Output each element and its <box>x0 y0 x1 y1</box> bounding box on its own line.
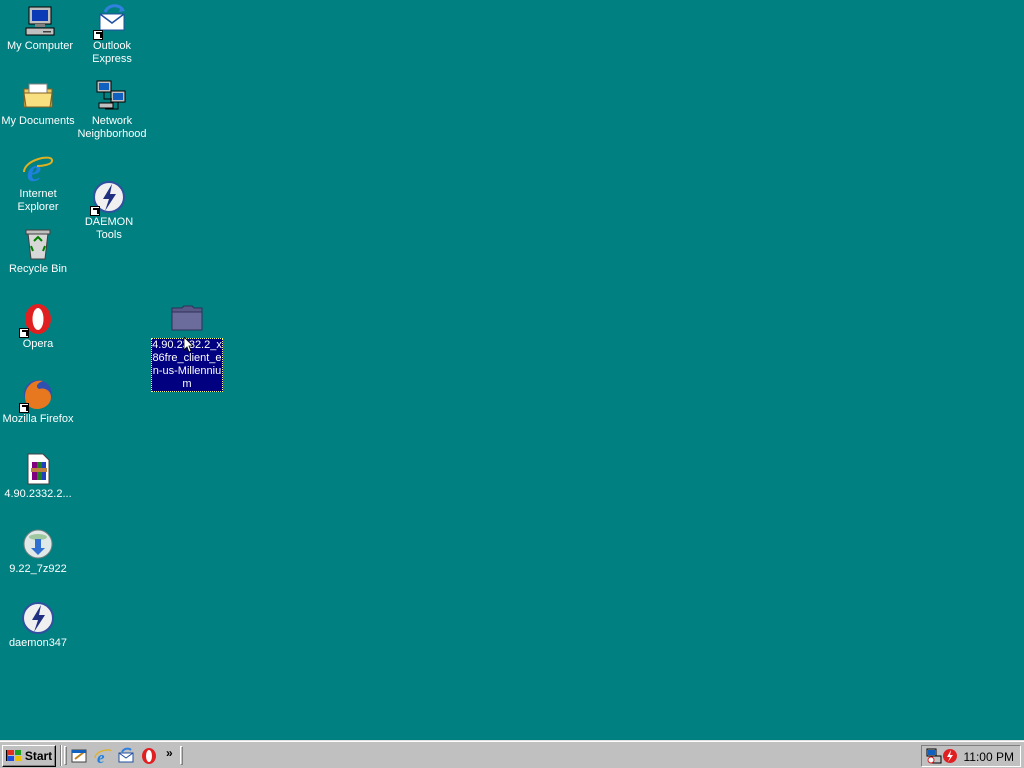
firefox-icon <box>19 377 55 413</box>
desktop-icon-label: My Documents <box>1 115 75 127</box>
opera-icon[interactable] <box>140 747 158 765</box>
taskbar-clock[interactable]: 11:00 PM <box>964 750 1014 764</box>
opera-icon <box>19 302 55 338</box>
desktop-icon-recycle-bin[interactable]: Recycle Bin <box>0 227 76 276</box>
desktop-icon-opera[interactable]: Opera <box>0 302 76 351</box>
desktop-icon-label: Network Neighborhood <box>77 115 147 140</box>
folder-icon <box>170 302 204 336</box>
shortcut-arrow-icon <box>90 206 100 216</box>
start-button[interactable]: Start <box>2 745 56 767</box>
desktop-icon-network-neighborhood[interactable]: Network Neighborhood <box>74 79 150 141</box>
desktop-icon-label: Internet Explorer <box>17 188 59 213</box>
mouse-cursor-icon <box>184 337 194 353</box>
desktop-icon-label: My Computer <box>6 40 74 52</box>
recycle-bin-icon <box>21 227 55 261</box>
network-status-icon[interactable] <box>926 748 942 764</box>
quick-launch-more-button[interactable]: » <box>166 746 173 760</box>
computer-icon <box>23 4 57 38</box>
daemon-tools-tray-icon[interactable] <box>942 748 958 764</box>
folder-documents-icon <box>21 79 55 113</box>
desktop-icon-label: daemon347 <box>8 637 68 649</box>
shortcut-arrow-icon <box>93 30 103 40</box>
daemon-tools-icon <box>90 180 126 216</box>
desktop-icon-mozilla-firefox[interactable]: Mozilla Firefox <box>0 377 76 426</box>
desktop-icon-label: Recycle Bin <box>8 263 68 275</box>
desktop-icon-label: Outlook Express <box>92 40 132 65</box>
show-desktop-icon[interactable] <box>71 747 89 765</box>
daemon-tools-icon <box>21 601 55 635</box>
internet-explorer-icon: e <box>21 152 55 188</box>
desktop-icon-file-7z[interactable]: 9.22_7z922 <box>0 527 76 576</box>
svg-text:e: e <box>27 152 41 186</box>
desktop-icon-file-4-90[interactable]: 4.90.2332.2... <box>0 452 76 501</box>
shortcut-arrow-icon <box>19 328 29 338</box>
desktop-icon-internet-explorer[interactable]: e Internet Explorer <box>0 152 76 214</box>
taskbar-separator <box>60 745 62 766</box>
desktop-icon-my-computer[interactable]: My Computer <box>2 4 78 53</box>
winrar-archive-icon <box>21 452 55 486</box>
network-icon <box>95 79 129 113</box>
desktop-icon-daemon-tools[interactable]: DAEMON Tools <box>71 180 147 242</box>
outlook-express-icon[interactable] <box>117 747 135 765</box>
shortcut-arrow-icon <box>19 403 29 413</box>
desktop-icon-label: 9.22_7z922 <box>9 563 67 575</box>
toolbar-grip[interactable] <box>64 746 67 765</box>
desktop-icon-label: DAEMON Tools <box>84 216 134 241</box>
desktop-icon-label: Opera <box>22 338 54 350</box>
windows-logo-icon <box>5 750 21 761</box>
desktop-icon-daemon347[interactable]: daemon347 <box>0 601 76 650</box>
desktop-icon-label: 4.90.2332.2... <box>4 488 72 500</box>
desktop[interactable]: My Computer Outlook Express My Documents <box>0 0 1024 740</box>
start-label: Start <box>24 749 53 763</box>
system-tray: 11:00 PM <box>921 745 1021 767</box>
desktop-icon-my-documents[interactable]: My Documents <box>0 79 76 128</box>
desktop-icon-outlook-express[interactable]: Outlook Express <box>74 4 150 66</box>
installer-icon <box>21 527 55 561</box>
internet-explorer-icon[interactable]: e <box>94 747 112 765</box>
outlook-express-icon <box>93 4 129 40</box>
toolbar-grip[interactable] <box>180 746 183 765</box>
desktop-icon-label: Mozilla Firefox <box>2 413 74 425</box>
taskbar: Start e » 11:00 PM <box>0 740 1024 768</box>
